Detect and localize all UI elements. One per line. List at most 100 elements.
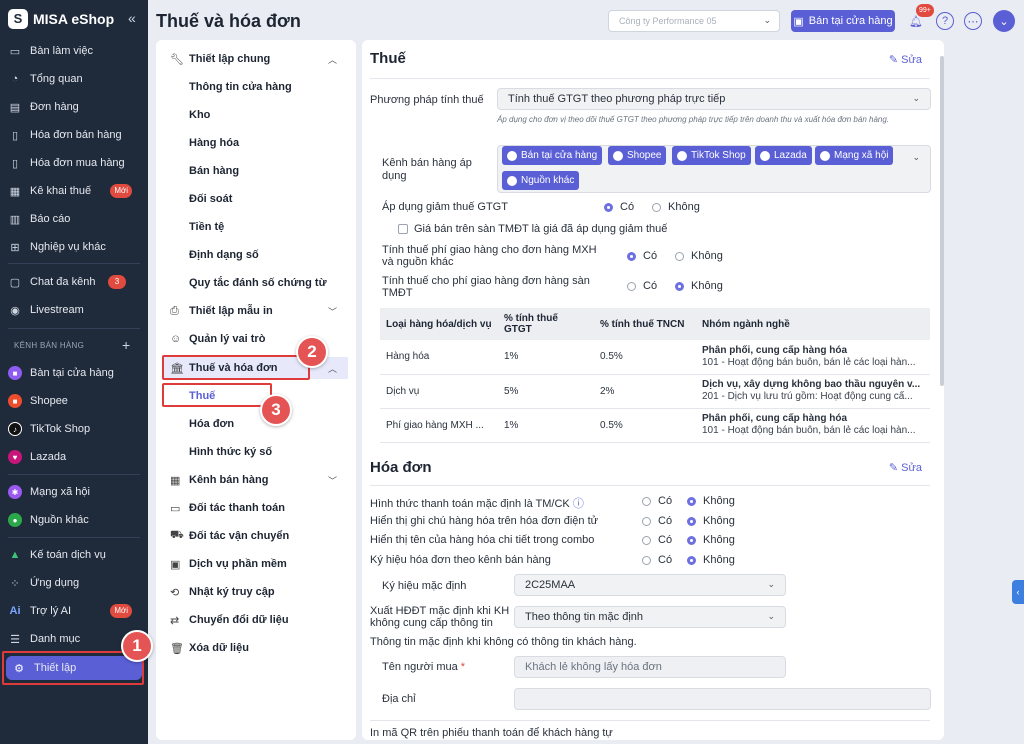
more-icon[interactable]: ⋯ (964, 12, 982, 30)
sidebar-item-purchase-invoice[interactable]: ▯ Hóa đơn mua hàng (8, 151, 142, 175)
store-icon: ▣ (793, 15, 804, 28)
table-row[interactable]: Hàng hóa 1% 0.5% Phân phối, cung cấp hàn… (380, 340, 930, 375)
table-row[interactable]: Phí giao hàng MXH ... 1% 0.5% Phân phối,… (380, 408, 930, 443)
channel-chip-store[interactable]: Bán tại cửa hàng (502, 146, 603, 165)
invoice-icon: ▯ (11, 157, 19, 170)
menu-item-payment-partners[interactable]: ▭ Đối tác thanh toán (156, 497, 356, 519)
opt3-no-radio[interactable]: Không (687, 534, 735, 546)
menu-item-data-conversion[interactable]: ⇄ Chuyển đổi dữ liệu (156, 609, 356, 631)
chart-icon: ▥ (9, 213, 21, 226)
live-icon: ◉ (10, 304, 20, 317)
menu-item-reconcile[interactable]: Đối soát (156, 188, 356, 210)
opt1-no-radio[interactable]: Không (687, 495, 735, 507)
sidebar-item-other-source[interactable]: ● Nguồn khác (8, 508, 142, 532)
export-default-select[interactable]: Theo thông tin mặc định ⌄ (514, 606, 786, 628)
sidebar-item-reports[interactable]: ▥ Báo cáo (8, 207, 142, 231)
ship-tmdt-yes-radio[interactable]: Có (627, 280, 657, 292)
address-input[interactable] (514, 688, 931, 710)
table-row[interactable]: Dịch vụ 5% 2% Dịch vụ, xây dựng không ba… (380, 374, 930, 409)
sidebar-item-overview[interactable]: ◔ Tổng quan (8, 67, 142, 91)
sidebar-item-accounting[interactable]: ▲ Kế toán dịch vụ (8, 543, 142, 567)
section-label: KÊNH BÁN HÀNG (14, 341, 85, 350)
sell-in-store-button[interactable]: ▣ Bán tại cửa hàng (791, 10, 895, 32)
channel-chip-social[interactable]: Mạng xã hội (815, 146, 894, 165)
menu-item-warehouse[interactable]: Kho (156, 104, 356, 126)
menu-item-tax[interactable]: Thuế (156, 385, 356, 407)
scrollbar[interactable] (940, 56, 944, 386)
collapse-sidebar-icon[interactable]: « (128, 10, 136, 26)
menu-item-software-services[interactable]: ▣ Dịch vụ phần mềm (156, 553, 356, 575)
price-note-checkbox[interactable]: Giá bán trên sàn TMĐT là giá đã áp dụng … (398, 223, 667, 235)
truck-icon: ⛟ (170, 529, 184, 541)
side-panel-toggle-icon[interactable]: ‹ (1012, 580, 1024, 604)
vat-reduce-yes-radio[interactable]: Có (604, 201, 634, 213)
menu-item-shipping-partners[interactable]: ⛟ Đối tác vận chuyển (156, 525, 356, 547)
menu-item-number-format[interactable]: Định dạng số (156, 244, 356, 266)
info-icon[interactable]: ⓘ (573, 498, 584, 510)
payment-method-label: Hình thức thanh toán mặc định là TM/CK ⓘ (370, 498, 584, 510)
tax-method-select[interactable]: Tính thuế GTGT theo phương pháp trực tiế… (497, 88, 931, 110)
column-header: % tính thuế TNCN (594, 308, 696, 340)
store-icon (507, 150, 517, 161)
menu-item-currency[interactable]: Tiền tệ (156, 216, 356, 238)
tax-section-title: Thuế (370, 50, 406, 67)
sidebar-item-chat[interactable]: ▢ Chat đa kênh 3 (8, 270, 142, 294)
sidebar-item-tiktok[interactable]: ♪ TikTok Shop (8, 417, 142, 441)
menu-item-access-log[interactable]: ⟲ Nhật ký truy cập (156, 581, 356, 603)
menu-item-delete-data[interactable]: 🗑︎ Xóa dữ liệu (156, 637, 356, 659)
sidebar-item-shopee[interactable]: ■ Shopee (8, 389, 142, 413)
sidebar-item-other[interactable]: ⊞ Nghiệp vụ khác (8, 235, 142, 259)
sidebar-item-sales-invoice[interactable]: ▯ Hóa đơn bán hàng (8, 123, 142, 147)
menu-item-store-info[interactable]: Thông tin cửa hàng (156, 76, 356, 98)
help-icon[interactable]: ? (936, 12, 954, 30)
menu-group-channels[interactable]: ▦ Kênh bán hàng ﹀ (156, 469, 356, 491)
sidebar-item-orders[interactable]: ▤ Đơn hàng (8, 95, 142, 119)
sidebar-item-lazada[interactable]: ♥ Lazada (8, 445, 142, 469)
default-symbol-select[interactable]: 2C25MAA ⌄ (514, 574, 786, 596)
channel-chip-lazada[interactable]: Lazada (755, 146, 812, 165)
ai-icon: Ai (9, 605, 21, 617)
sidebar-item-settings[interactable]: ⚙ Thiết lập (6, 656, 142, 680)
invoice-edit-button[interactable]: ✎ Sửa (889, 461, 922, 474)
opt2-no-radio[interactable]: Không (687, 515, 735, 527)
sidebar-item-livestream[interactable]: ◉ Livestream (8, 298, 142, 322)
ship-tmdt-no-radio[interactable]: Không (675, 280, 723, 292)
menu-item-numbering-rules[interactable]: Quy tắc đánh số chứng từ (156, 272, 356, 294)
sidebar-item-social[interactable]: ✱ Mạng xã hội (8, 480, 142, 504)
channel-chip-other[interactable]: Nguồn khác (502, 171, 580, 190)
tax-edit-button[interactable]: ✎ Sửa (889, 53, 922, 66)
buyer-name-input[interactable]: Khách lẻ không lấy hóa đơn (514, 656, 786, 678)
avatar[interactable]: ⌄ (993, 10, 1015, 32)
misa-logo-icon: S (8, 9, 28, 29)
software-icon: ▣ (170, 558, 181, 571)
menu-item-goods[interactable]: Hàng hóa (156, 132, 356, 154)
menu-item-sales[interactable]: Bán hàng (156, 160, 356, 182)
company-select[interactable]: Công ty Performance 05 ⌄ (608, 10, 780, 32)
opt2-yes-radio[interactable]: Có (642, 515, 672, 527)
channel-chip-tiktok[interactable]: TikTok Shop (672, 146, 751, 165)
convert-icon: ⇄ (170, 614, 180, 627)
lazada-icon (760, 150, 770, 161)
page-title: Thuế và hóa đơn (156, 11, 301, 31)
sidebar-item-workspace[interactable]: ▭ Bàn làm việc (8, 39, 142, 63)
opt4-no-radio[interactable]: Không (687, 554, 735, 566)
channel-chip-shopee[interactable]: Shopee (608, 146, 667, 165)
ship-mxh-yes-radio[interactable]: Có (627, 250, 657, 262)
sidebar-item-ai[interactable]: Ai Trợ lý AI Mới (8, 599, 142, 623)
menu-group-print[interactable]: ⎙ Thiết lập mẫu in ﹀ (156, 300, 356, 322)
menu-item-invoice[interactable]: Hóa đơn (156, 413, 356, 435)
sidebar-item-apps[interactable]: ⁘ Ứng dụng (8, 571, 142, 595)
menu-group-general[interactable]: 🔧︎ Thiết lập chung ︿ (156, 48, 356, 70)
order-icon: ▤ (9, 101, 21, 114)
opt4-yes-radio[interactable]: Có (642, 554, 672, 566)
opt1-yes-radio[interactable]: Có (642, 495, 672, 507)
add-channel-icon[interactable]: + (122, 337, 130, 353)
vat-reduce-no-radio[interactable]: Không (652, 201, 700, 213)
chat-icon: ▢ (9, 276, 21, 289)
channels-label: Kênh bán hàng áp dụng (382, 157, 472, 182)
menu-item-digital-signature[interactable]: Hình thức ký số (156, 441, 356, 463)
sidebar-item-store[interactable]: ■ Bàn tại cửa hàng (8, 361, 142, 385)
sidebar-item-tax-declaration[interactable]: ▦ Kê khai thuế Mới (8, 179, 142, 203)
ship-mxh-no-radio[interactable]: Không (675, 250, 723, 262)
opt3-yes-radio[interactable]: Có (642, 534, 672, 546)
